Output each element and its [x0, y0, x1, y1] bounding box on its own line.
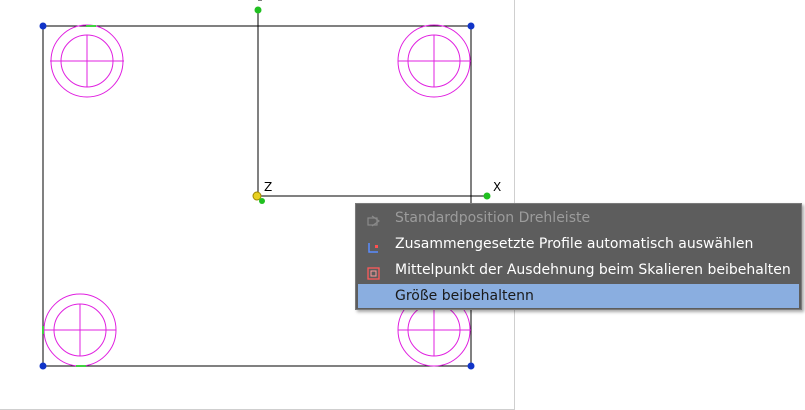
origin-secondary-handle[interactable] [259, 198, 265, 204]
menu-item-label: Standardposition Drehleiste [395, 210, 591, 226]
menu-item-keep-size[interactable]: Größe beibehaltenn [358, 284, 799, 308]
corner-handle-top-right[interactable] [467, 22, 475, 30]
profile-select-icon [367, 238, 380, 253]
corner-handle-top-left[interactable] [39, 22, 47, 30]
context-menu[interactable]: Standardposition Drehleiste Zusammengese… [355, 203, 802, 310]
z-axis-label: Z [264, 180, 273, 194]
scale-center-icon [367, 264, 380, 280]
menu-item-label: Zusammengesetzte Profile automatisch aus… [395, 236, 754, 252]
corner-handle-bottom-left[interactable] [39, 362, 47, 370]
hole-bottom-left[interactable] [43, 293, 117, 367]
menu-item-label: Größe beibehaltenn [395, 288, 534, 304]
menu-item-standardposition-drehleiste[interactable]: Standardposition Drehleiste [358, 206, 799, 230]
hole-top-right[interactable] [397, 24, 471, 98]
corner-handle-bottom-right[interactable] [467, 362, 475, 370]
z-axis-handle[interactable] [254, 6, 262, 14]
menu-item-profile-auto-select[interactable]: Zusammengesetzte Profile automatisch aus… [358, 232, 799, 256]
menu-item-keep-scale-center[interactable]: Mittelpunkt der Ausdehnung beim Skaliere… [358, 258, 799, 282]
x-axis-label: X [493, 180, 502, 194]
rotate-bar-icon [367, 212, 381, 227]
menu-item-label: Mittelpunkt der Ausdehnung beim Skaliere… [395, 262, 791, 278]
hole-top-left[interactable] [50, 24, 124, 98]
origin-handle[interactable] [252, 191, 262, 201]
x-axis-handle[interactable] [483, 192, 491, 200]
